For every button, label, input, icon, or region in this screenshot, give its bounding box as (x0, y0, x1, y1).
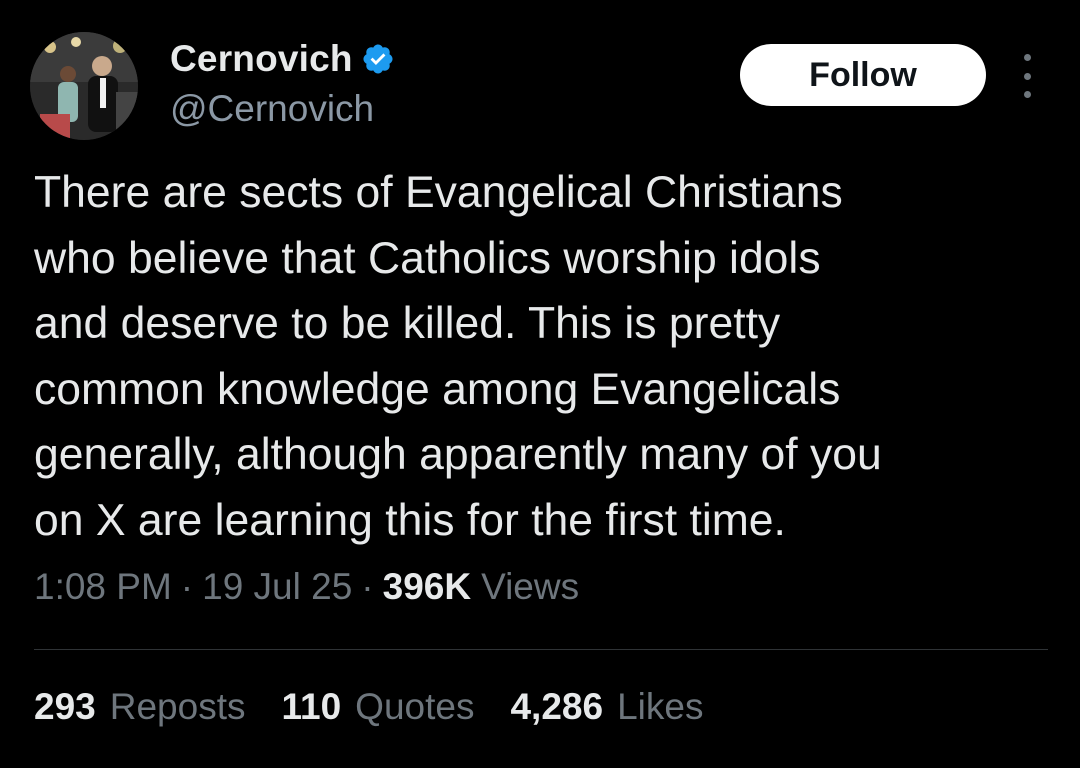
tweet-text: There are sects of Evangelical Christian… (34, 168, 882, 545)
display-name-row: Cernovich (170, 34, 395, 84)
avatar[interactable] (30, 32, 138, 140)
more-dot (1023, 91, 1031, 98)
views-label: Views (481, 566, 580, 607)
quotes-count: 110 (281, 686, 342, 727)
avatar-photo-icon (30, 32, 138, 140)
divider (34, 649, 1048, 650)
more-dot (1023, 54, 1031, 61)
engagement-stats: 293 Reposts 110 Quotes 4,286 Likes (34, 686, 739, 728)
tweet-time[interactable]: 1:08 PM (34, 566, 172, 608)
meta-separator: · (361, 566, 374, 607)
follow-button[interactable]: Follow (740, 44, 986, 106)
verified-badge-icon (361, 42, 395, 76)
more-options-icon[interactable] (1012, 54, 1042, 98)
quotes-stat[interactable]: 110 Quotes (281, 686, 474, 728)
likes-count: 4,286 (510, 686, 604, 727)
views-count[interactable]: 396K (383, 566, 471, 608)
tweet-card: Cernovich @Cernovich Follow There are se… (0, 0, 1080, 768)
meta-separator: · (180, 566, 194, 607)
user-handle[interactable]: @Cernovich (170, 88, 395, 130)
likes-stat[interactable]: 4,286 Likes (510, 686, 703, 728)
tweet-header: Cernovich @Cernovich Follow (30, 30, 1050, 140)
reposts-count: 293 (34, 686, 96, 727)
reposts-stat[interactable]: 293 Reposts (34, 686, 245, 728)
user-info: Cernovich @Cernovich (170, 34, 395, 130)
likes-label: Likes (617, 686, 704, 727)
reposts-label: Reposts (109, 686, 246, 727)
display-name[interactable]: Cernovich (170, 38, 353, 80)
more-dot (1023, 72, 1031, 80)
tweet-date[interactable]: 19 Jul 25 (202, 566, 352, 608)
quotes-label: Quotes (355, 686, 475, 727)
tweet-meta: 1:08 PM · 19 Jul 25 · 396K Views (34, 566, 579, 608)
